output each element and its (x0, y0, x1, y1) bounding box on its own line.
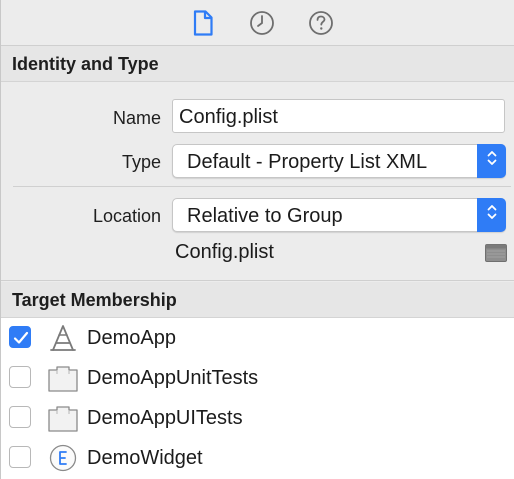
test-bundle-icon (47, 402, 79, 434)
identity-section-header: Identity and Type (1, 46, 514, 82)
type-popup[interactable]: Default - Property List XML (172, 144, 506, 178)
extension-icon (47, 442, 79, 474)
checkmark-icon (13, 331, 29, 344)
target-row-demowidget[interactable]: DemoWidget (1, 438, 514, 478)
document-icon (193, 10, 213, 36)
reveal-in-finder-icon[interactable] (485, 244, 507, 262)
type-popup-stepper[interactable] (477, 144, 506, 178)
target-membership-header: Target Membership (1, 282, 514, 318)
file-inspector-panel: Identity and Type Name Config.plist Type… (0, 0, 514, 479)
chevron-updown-icon (486, 148, 498, 174)
target-membership-title: Target Membership (12, 290, 177, 310)
target-checkbox-demoapp[interactable] (9, 326, 31, 348)
type-popup-value: Default - Property List XML (187, 151, 428, 173)
name-field[interactable]: Config.plist (172, 99, 505, 133)
chevron-updown-icon (486, 202, 498, 228)
location-popup[interactable]: Relative to Group (172, 198, 506, 232)
tab-history-inspector[interactable] (249, 10, 275, 36)
clock-icon (249, 10, 275, 36)
location-popup-stepper[interactable] (477, 198, 506, 232)
target-label-demowidget: DemoWidget (87, 447, 203, 469)
test-bundle-icon (47, 362, 79, 394)
tab-quick-help-inspector[interactable] (308, 10, 334, 36)
target-row-demoappuitests[interactable]: DemoAppUITests (1, 398, 514, 438)
help-icon (308, 10, 334, 36)
identity-section-title: Identity and Type (12, 54, 159, 74)
target-row-demoappunittests[interactable]: DemoAppUnitTests (1, 358, 514, 398)
target-checkbox-demoappuitests[interactable] (9, 406, 31, 428)
target-label-demoappunittests: DemoAppUnitTests (87, 367, 259, 389)
target-checkbox-demowidget[interactable] (9, 446, 31, 468)
app-target-icon (47, 322, 79, 354)
location-popup-value: Relative to Group (187, 205, 343, 227)
location-label: Location (92, 206, 161, 226)
tab-file-inspector[interactable] (190, 10, 216, 36)
target-membership-list: DemoApp DemoAppUnitTests DemoAppUITests (1, 318, 514, 479)
type-label: Type (121, 152, 161, 172)
full-path-value: Config.plist (175, 241, 274, 263)
target-label-demoapp: DemoApp (87, 327, 176, 349)
target-label-demoappuitests: DemoAppUITests (87, 407, 243, 429)
target-row-demoapp[interactable]: DemoApp (1, 318, 514, 358)
inspector-tab-bar (1, 0, 514, 46)
target-checkbox-demoappunittests[interactable] (9, 366, 31, 388)
identity-section: Name Config.plist Type Default - Propert… (1, 82, 514, 281)
identity-divider (13, 186, 511, 187)
name-label: Name (112, 108, 161, 128)
